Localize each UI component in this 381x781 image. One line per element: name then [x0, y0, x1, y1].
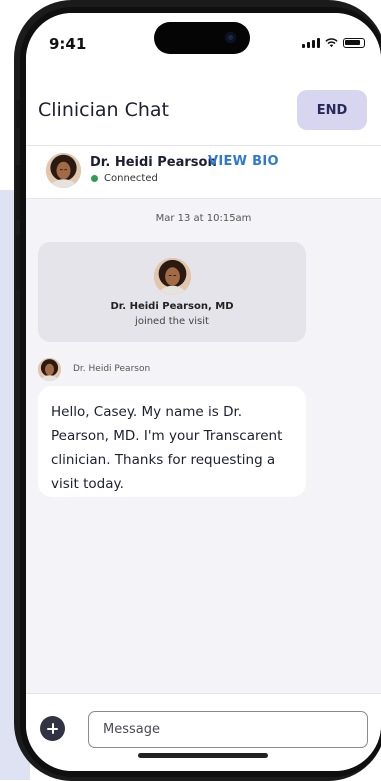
message-bubble: Hello, Casey. My name is Dr. Pearson, MD…	[38, 386, 306, 497]
page-title: Clinician Chat	[38, 99, 169, 121]
connected-status-dot	[91, 175, 98, 182]
plus-circle-icon[interactable]	[40, 716, 65, 741]
view-bio-link[interactable]: VIEW BIO	[208, 154, 279, 169]
joined-avatar	[154, 258, 191, 295]
avatar-image	[46, 153, 81, 188]
clinician-name: Dr. Heidi Pearson	[90, 155, 217, 170]
signal-icon	[302, 38, 320, 48]
joined-clinician-name: Dr. Heidi Pearson, MD	[110, 301, 234, 312]
sender-avatar	[38, 358, 61, 381]
camera-icon	[225, 32, 236, 43]
end-visit-button[interactable]: END	[297, 90, 367, 130]
clinician-bar: Dr. Heidi Pearson VIEW BIO Connected	[26, 146, 381, 198]
message-sender-name: Dr. Heidi Pearson	[73, 364, 151, 374]
status-bar: 9:41	[26, 13, 381, 73]
clinician-divider	[26, 198, 381, 199]
avatar-image	[38, 358, 61, 381]
phone-screen: 9:41 Clinician Chat END Dr. Heidi Pearso…	[26, 13, 381, 771]
chat-timestamp: Mar 13 at 10:15am	[155, 213, 252, 224]
joined-visit-text: joined the visit	[135, 316, 209, 327]
home-indicator[interactable]	[138, 753, 268, 758]
message-composer	[26, 693, 381, 771]
chat-header: Clinician Chat END	[26, 73, 381, 145]
joined-visit-card: Dr. Heidi Pearson, MD joined the visit	[38, 242, 306, 342]
wifi-icon	[325, 38, 338, 48]
avatar-image	[154, 258, 191, 295]
connection-status: Connected	[104, 173, 158, 184]
status-time: 9:41	[49, 35, 87, 53]
clinician-avatar	[46, 153, 81, 188]
dynamic-island	[154, 22, 250, 54]
message-input[interactable]	[88, 711, 368, 748]
battery-icon	[343, 38, 365, 48]
status-icons	[302, 38, 365, 48]
